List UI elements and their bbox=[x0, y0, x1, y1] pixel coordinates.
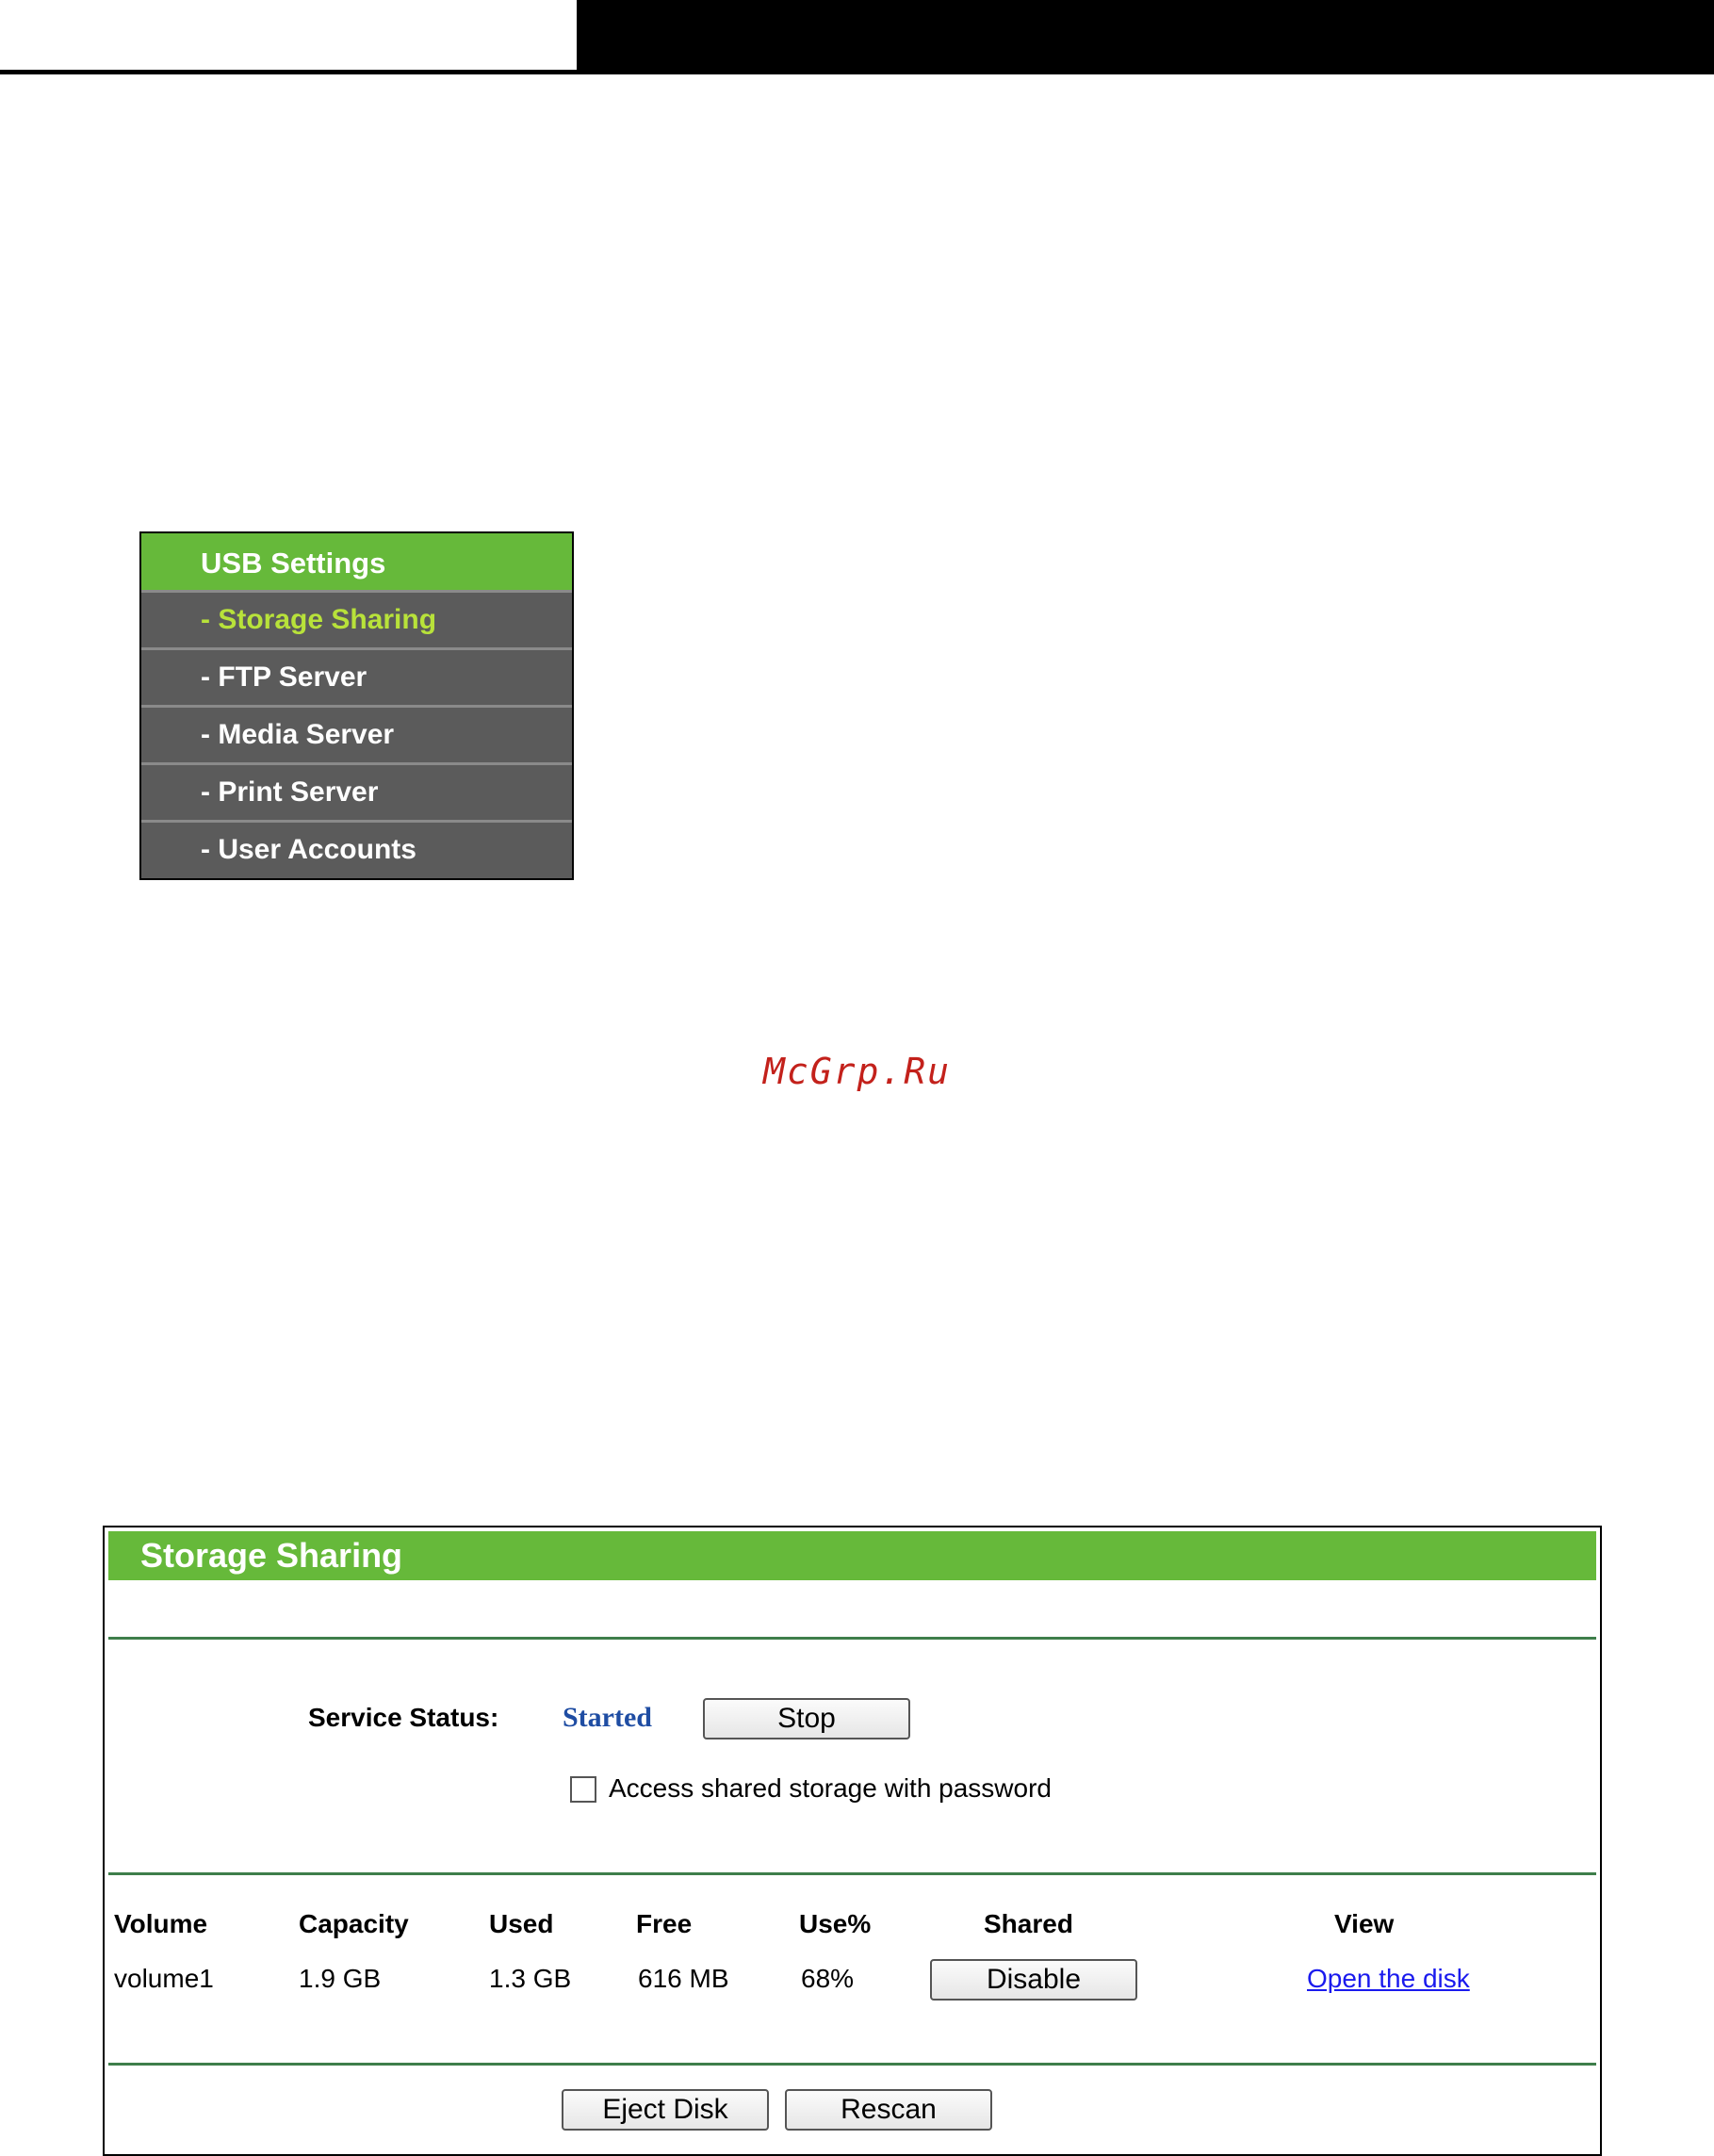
service-status-value: Started bbox=[563, 1702, 652, 1733]
password-checkbox[interactable] bbox=[570, 1776, 596, 1803]
sidebar-item-media-server[interactable]: - Media Server bbox=[141, 708, 572, 765]
eject-disk-button[interactable]: Eject Disk bbox=[562, 2089, 769, 2131]
storage-sharing-panel: Storage Sharing Service Status: Started … bbox=[103, 1526, 1602, 2156]
cell-volume: volume1 bbox=[114, 1964, 214, 1993]
divider bbox=[108, 2063, 1596, 2066]
menu-title[interactable]: USB Settings bbox=[141, 533, 572, 593]
header-black-bar bbox=[577, 0, 1714, 74]
watermark: McGrp.Ru bbox=[762, 1051, 952, 1092]
rescan-button[interactable]: Rescan bbox=[785, 2089, 992, 2131]
cell-use-percent: 68% bbox=[801, 1964, 855, 1993]
column-header-volume: Volume bbox=[114, 1909, 208, 1938]
cell-capacity: 1.9 GB bbox=[299, 1964, 382, 1993]
cell-used: 1.3 GB bbox=[489, 1964, 572, 1993]
open-disk-link[interactable]: Open the disk bbox=[1307, 1964, 1470, 1994]
divider bbox=[108, 1637, 1596, 1640]
panel-title: Storage Sharing bbox=[108, 1531, 1596, 1580]
sidebar-item-print-server[interactable]: - Print Server bbox=[141, 765, 572, 823]
usb-settings-menu: USB Settings - Storage Sharing - FTP Ser… bbox=[139, 531, 574, 880]
column-header-free: Free bbox=[636, 1909, 693, 1938]
sidebar-item-storage-sharing[interactable]: - Storage Sharing bbox=[141, 593, 572, 650]
password-checkbox-label: Access shared storage with password bbox=[609, 1773, 1052, 1803]
cell-free: 616 MB bbox=[638, 1964, 729, 1993]
sidebar-item-user-accounts[interactable]: - User Accounts bbox=[141, 823, 572, 880]
stop-button[interactable]: Stop bbox=[703, 1698, 910, 1740]
column-header-use-percent: Use% bbox=[799, 1909, 872, 1938]
column-header-shared: Shared bbox=[984, 1909, 1073, 1938]
column-header-view: View bbox=[1334, 1909, 1395, 1938]
divider bbox=[108, 1872, 1596, 1875]
sidebar-item-ftp-server[interactable]: - FTP Server bbox=[141, 650, 572, 708]
header-rule bbox=[0, 70, 1714, 74]
disable-sharing-button[interactable]: Disable bbox=[930, 1959, 1137, 2001]
column-header-capacity: Capacity bbox=[299, 1909, 409, 1938]
column-header-used: Used bbox=[489, 1909, 554, 1938]
service-status-label: Service Status: bbox=[308, 1703, 499, 1732]
